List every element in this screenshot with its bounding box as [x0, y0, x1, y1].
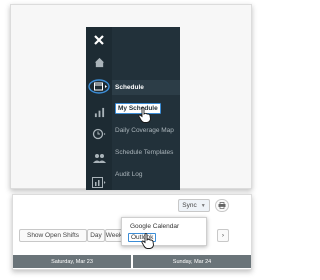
sync-button[interactable]: Sync ▼: [178, 199, 210, 212]
audit-log-link[interactable]: Audit Log: [115, 171, 142, 178]
day-view-button[interactable]: Day: [87, 229, 105, 242]
logo-icon: [90, 31, 108, 49]
app-navigation: Schedule My Schedule Daily Coverage Map …: [86, 27, 180, 190]
sync-dropdown-menu: Google Calendar Outlook: [121, 217, 207, 246]
hand-cursor-icon: [141, 233, 154, 249]
schedule-templates-link[interactable]: Schedule Templates: [115, 149, 173, 156]
chevron-down-icon: ▼: [200, 202, 206, 209]
home-icon[interactable]: [90, 53, 108, 71]
google-calendar-option[interactable]: Google Calendar: [130, 223, 179, 230]
hand-cursor-icon: [138, 107, 151, 123]
show-open-shifts-button[interactable]: Show Open Shifts: [19, 229, 87, 242]
reports-icon[interactable]: [90, 173, 108, 191]
day-header: Saturday, Mar 23: [13, 255, 131, 268]
users-icon[interactable]: [90, 149, 108, 167]
clock-icon[interactable]: [90, 125, 108, 143]
daily-coverage-map-link[interactable]: Daily Coverage Map: [115, 127, 174, 134]
day-header: Sunday, Mar 24: [133, 255, 251, 268]
bar-chart-icon[interactable]: [90, 103, 108, 121]
toolbar-panel: Sync ▼ Show Open Shifts Day Week › Googl…: [12, 194, 252, 270]
schedule-section-label[interactable]: Schedule: [115, 84, 144, 91]
chevron-right-icon: ›: [221, 232, 225, 239]
sync-label: Sync: [182, 202, 197, 209]
next-button[interactable]: ›: [217, 229, 229, 242]
print-icon: [218, 202, 226, 209]
icon-rail: [86, 27, 112, 190]
calendar-icon[interactable]: [88, 77, 110, 95]
print-button[interactable]: [215, 199, 229, 212]
